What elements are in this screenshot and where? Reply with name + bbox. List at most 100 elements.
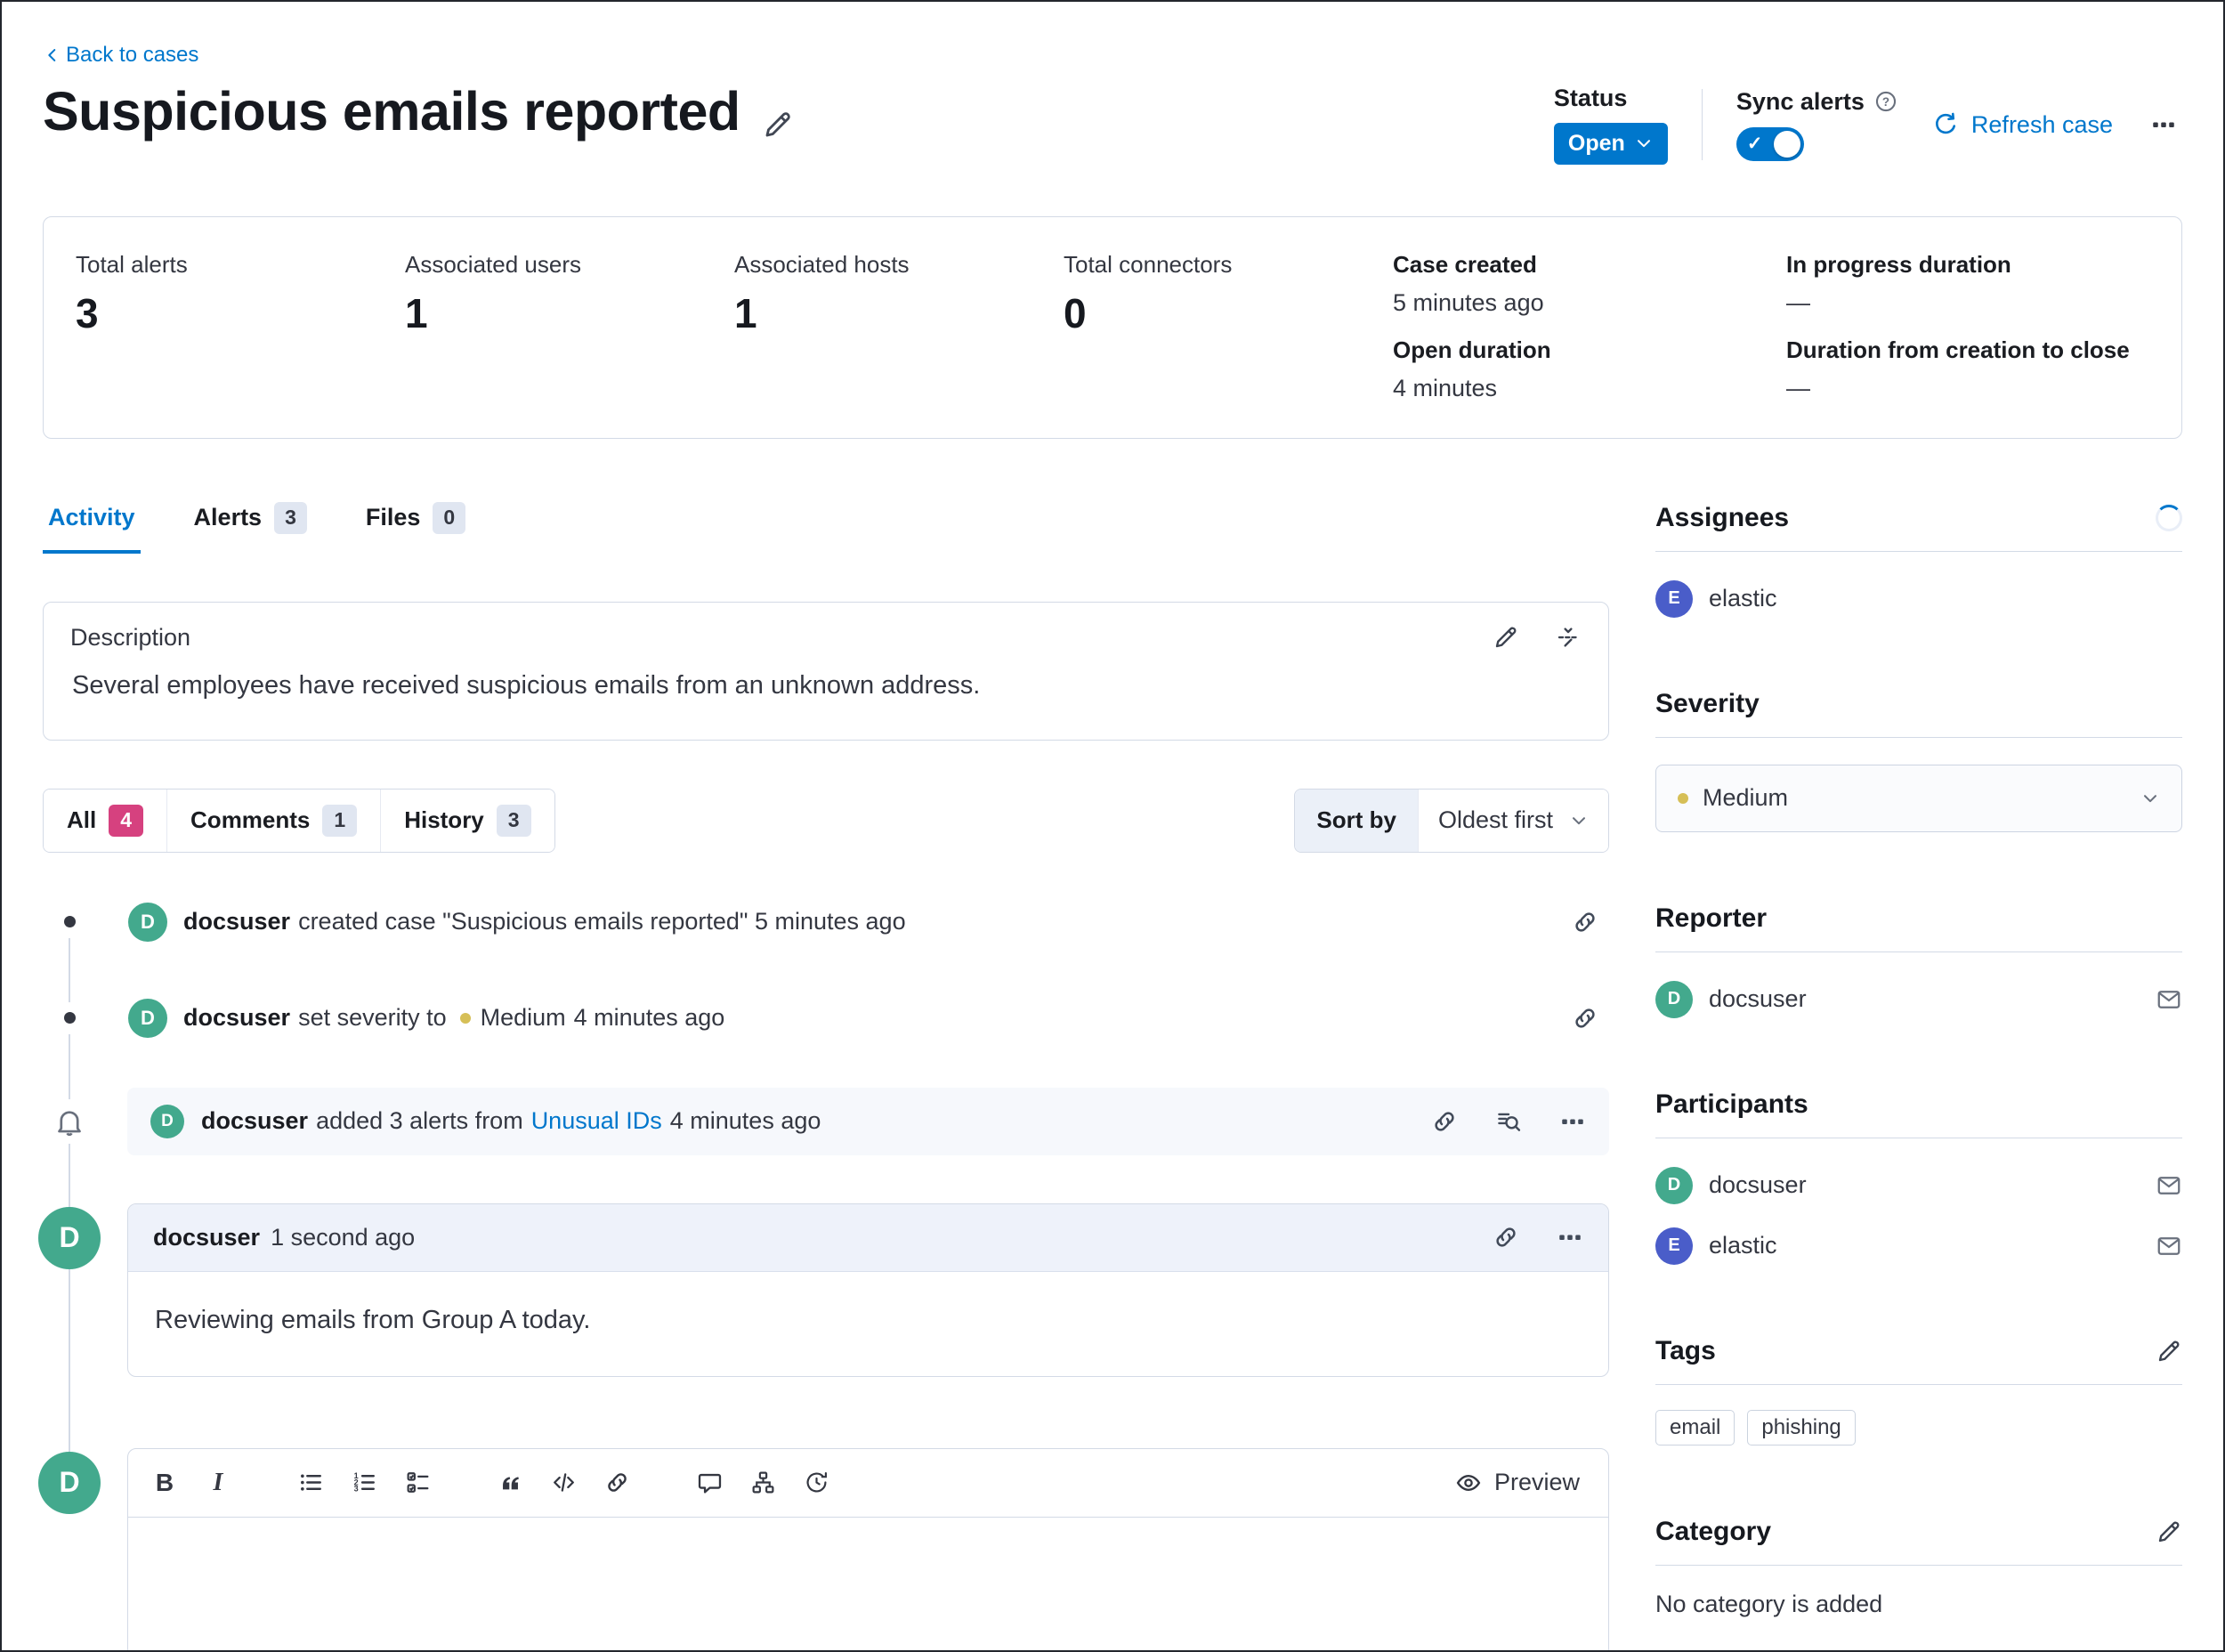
status-label: Status xyxy=(1554,85,1668,112)
divider xyxy=(1655,1384,2182,1385)
copy-link-button[interactable] xyxy=(1431,1108,1458,1135)
tag-badge: phishing xyxy=(1747,1410,1855,1446)
severity-medium-dot xyxy=(1678,793,1688,804)
avatar-docsuser: D xyxy=(128,903,167,942)
reporter-heading: Reporter xyxy=(1655,903,1767,935)
status-dropdown-button[interactable]: Open xyxy=(1554,123,1668,165)
sync-alerts-help-button[interactable] xyxy=(1873,89,1898,114)
edit-description-button[interactable] xyxy=(1493,624,1519,651)
participant-name: docsuser xyxy=(1709,1171,1807,1199)
email-participant-button[interactable] xyxy=(2156,1233,2182,1259)
code-button[interactable] xyxy=(550,1470,577,1495)
copy-link-button[interactable] xyxy=(1572,1005,1598,1032)
more-actions-icon xyxy=(1559,1108,1586,1135)
sort-control: Sort by Oldest first xyxy=(1294,789,1609,853)
tag-badge: email xyxy=(1655,1410,1735,1446)
description-title: Description xyxy=(70,624,190,652)
edit-category-button[interactable] xyxy=(2156,1518,2182,1545)
insert-timeline-button[interactable] xyxy=(803,1470,829,1495)
assignees-heading: Assignees xyxy=(1655,502,1789,534)
chevron-down-icon xyxy=(1569,811,1589,830)
unordered-list-button[interactable] xyxy=(297,1470,324,1495)
task-list-button[interactable] xyxy=(404,1470,431,1495)
filter-all[interactable]: All 4 xyxy=(44,790,166,852)
fold-icon xyxy=(1555,624,1582,651)
metric-durations: In progress duration — Duration from cre… xyxy=(1786,251,2149,402)
bold-button[interactable]: B xyxy=(151,1469,178,1497)
insert-comment-button[interactable] xyxy=(696,1470,723,1495)
filter-all-count-badge: 4 xyxy=(109,805,143,837)
quote-button[interactable] xyxy=(497,1470,523,1495)
sort-order-select[interactable]: Oldest first xyxy=(1418,790,1608,852)
unusual-ids-link[interactable]: Unusual IDs xyxy=(531,1107,662,1135)
bell-icon xyxy=(54,1106,85,1137)
comment-input-area[interactable] xyxy=(128,1518,1608,1652)
email-reporter-button[interactable] xyxy=(2156,986,2182,1013)
event-username: docsuser xyxy=(183,908,290,935)
copy-link-button[interactable] xyxy=(1493,1224,1519,1251)
event-text: created case "Suspicious emails reported… xyxy=(298,908,906,935)
loading-spinner xyxy=(2156,505,2182,531)
more-actions-icon xyxy=(1557,1224,1583,1251)
envelope-icon xyxy=(2156,986,2182,1013)
sync-alerts-label: Sync alerts xyxy=(1736,89,1865,116)
italic-button[interactable]: I xyxy=(205,1469,231,1497)
collapse-description-button[interactable] xyxy=(1555,624,1582,651)
comment-actions-menu-button[interactable] xyxy=(1557,1224,1583,1251)
sort-by-label: Sort by xyxy=(1295,790,1418,852)
insert-lens-button[interactable] xyxy=(749,1470,776,1495)
insert-link-button[interactable] xyxy=(603,1470,630,1495)
participant-row: E elastic xyxy=(1655,1227,2182,1265)
alert-actions-menu-button[interactable] xyxy=(1559,1108,1586,1135)
timeline-comment: D docsuser 1 second ago xyxy=(43,1203,1609,1377)
back-to-cases-link[interactable]: Back to cases xyxy=(43,43,198,68)
event-username: docsuser xyxy=(183,1004,290,1032)
filter-comments[interactable]: Comments 1 xyxy=(166,790,380,852)
avatar-docsuser: D xyxy=(128,999,167,1038)
description-panel: Description Several employees have recei… xyxy=(43,602,1609,741)
tab-alerts[interactable]: Alerts 3 xyxy=(189,501,312,554)
link-icon xyxy=(1572,1005,1598,1032)
sync-alerts-toggle[interactable] xyxy=(1736,127,1804,161)
copy-link-button[interactable] xyxy=(1572,909,1598,935)
reporter-name: docsuser xyxy=(1709,985,1807,1013)
assignees-section: Assignees E elastic xyxy=(1655,501,2182,618)
refresh-case-button[interactable]: Refresh case xyxy=(1932,111,2113,139)
divider xyxy=(1655,1565,2182,1566)
metric-total-connectors: Total connectors 0 xyxy=(1064,251,1393,402)
category-heading: Category xyxy=(1655,1516,1771,1548)
edit-tags-button[interactable] xyxy=(2156,1338,2182,1365)
investigate-icon xyxy=(1495,1108,1522,1135)
tags-heading: Tags xyxy=(1655,1335,1716,1367)
edit-title-button[interactable] xyxy=(762,109,794,141)
comment-header: docsuser 1 second ago xyxy=(128,1204,1608,1272)
new-comment-editor: D B I xyxy=(43,1448,1609,1652)
code-icon xyxy=(551,1470,577,1495)
preview-button[interactable]: Preview xyxy=(1450,1468,1585,1497)
case-detail-page: Back to cases Suspicious emails reported… xyxy=(0,0,2225,1652)
case-sidebar: Assignees E elastic Severity Medium xyxy=(1655,501,2182,1652)
timeline-event-created: D docsuser created case "Suspicious emai… xyxy=(43,894,1609,951)
tags-section: Tags email phishing xyxy=(1655,1334,2182,1446)
alerts-count-badge: 3 xyxy=(274,502,307,534)
metric-total-alerts: Total alerts 3 xyxy=(76,251,405,402)
avatar-docsuser: D xyxy=(38,1207,101,1269)
avatar-docsuser: D xyxy=(1655,981,1693,1018)
pencil-icon xyxy=(762,109,794,141)
tab-activity[interactable]: Activity xyxy=(43,501,141,554)
case-actions-menu-button[interactable] xyxy=(2147,108,2180,142)
investigate-alerts-button[interactable] xyxy=(1495,1108,1522,1135)
tab-files[interactable]: Files 0 xyxy=(360,501,471,554)
comment-time: 1 second ago xyxy=(271,1224,415,1251)
ordered-list-button[interactable] xyxy=(351,1470,377,1495)
timeline-event-severity: D docsuser set severity to Medium 4 minu… xyxy=(43,990,1609,1047)
divider xyxy=(1655,551,2182,552)
severity-select[interactable]: Medium xyxy=(1655,765,2182,832)
activity-timeline: D docsuser created case "Suspicious emai… xyxy=(43,894,1609,1652)
event-time: 4 minutes ago xyxy=(574,1004,725,1032)
refresh-case-label: Refresh case xyxy=(1971,111,2113,139)
email-participant-button[interactable] xyxy=(2156,1172,2182,1199)
tags-list: email phishing xyxy=(1655,1410,2182,1446)
chevron-left-icon xyxy=(43,45,62,65)
filter-history[interactable]: History 3 xyxy=(380,790,554,852)
